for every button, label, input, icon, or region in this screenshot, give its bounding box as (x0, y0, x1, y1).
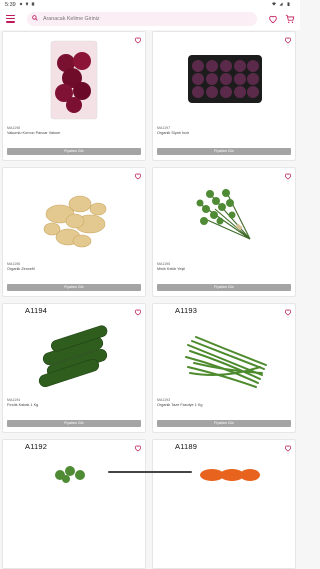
product-image[interactable] (170, 33, 278, 127)
view-prices-button[interactable]: Fiyatları Gör (7, 284, 141, 291)
product-card[interactable]: A1193 MA1193 Organik Taze Fasulye 1 Kg F… (152, 303, 296, 433)
search-bar[interactable] (27, 12, 257, 26)
product-card[interactable]: MA1196 Organik Zencefil Fiyatları Gör (2, 167, 146, 297)
product-name: Organik Zencefil (7, 267, 35, 271)
favorite-icon[interactable] (284, 36, 292, 44)
product-name: Organik Taze Fasulye 1 Kg (157, 403, 203, 407)
favorite-icon[interactable] (134, 36, 142, 44)
product-code: MA1194 (7, 398, 21, 402)
product-card[interactable]: A1192 (2, 439, 146, 569)
product-card[interactable]: A1189 (152, 439, 296, 569)
product-code-label: A1194 (25, 306, 48, 315)
product-image[interactable] (20, 441, 128, 535)
status-bar: 5:39 (0, 0, 300, 9)
product-card[interactable]: A1194 MA1194 Fındık Kabak 1 Kg Fiyatları… (2, 303, 146, 433)
location-icon (25, 1, 29, 6)
favorite-icon[interactable] (284, 308, 292, 316)
ginger-image (43, 195, 107, 248)
green-beans-image (185, 336, 267, 388)
status-time: 5:39 (5, 1, 16, 8)
cart-icon[interactable] (285, 14, 295, 24)
product-image[interactable] (20, 305, 128, 399)
herb-image (55, 466, 85, 483)
product-code-label: A1193 (175, 306, 198, 315)
search-input[interactable] (43, 12, 243, 26)
product-image[interactable] (170, 441, 278, 535)
sim-icon (31, 1, 35, 6)
view-prices-button[interactable]: Fiyatları Gör (157, 148, 291, 155)
product-code-label: A1189 (175, 442, 198, 451)
product-code: MA1197 (157, 126, 171, 130)
menu-icon[interactable] (6, 15, 15, 23)
product-card[interactable]: MA1198 Vakumlu Kırmızı Pancar Vakum Fiya… (2, 31, 146, 161)
favorite-icon[interactable] (134, 444, 142, 452)
favorite-icon[interactable] (134, 308, 142, 316)
product-code: MA1193 (157, 398, 171, 402)
product-name: Minik Kekik Yeşil (157, 267, 186, 271)
favorite-icon[interactable] (134, 172, 142, 180)
home-indicator[interactable] (108, 471, 192, 473)
app-bar (0, 9, 300, 30)
product-code: MA1196 (7, 262, 21, 266)
wifi-icon (272, 1, 276, 6)
view-prices-button[interactable]: Fiyatları Gör (157, 284, 291, 291)
favorites-icon[interactable] (268, 14, 278, 24)
fig-image (188, 55, 262, 103)
battery-icon (287, 1, 290, 6)
product-card[interactable]: MA1195 Minik Kekik Yeşil Fiyatları Gör (152, 167, 296, 297)
settings-icon (19, 2, 23, 5)
product-name: Organik Siyah İncir (157, 131, 190, 135)
product-image[interactable] (20, 169, 128, 263)
product-image[interactable] (170, 169, 278, 263)
carrot-image (200, 469, 260, 481)
view-prices-button[interactable]: Fiyatları Gör (157, 420, 291, 427)
product-code-label: A1192 (25, 442, 48, 451)
product-card[interactable]: MA1197 Organik Siyah İncir Fiyatları Gör (152, 31, 296, 161)
favorite-icon[interactable] (284, 444, 292, 452)
product-code: MA1195 (157, 262, 171, 266)
product-code: MA1198 (7, 126, 21, 130)
view-prices-button[interactable]: Fiyatları Gör (7, 420, 141, 427)
product-image[interactable] (170, 305, 278, 399)
search-icon (32, 15, 38, 21)
product-image[interactable] (20, 33, 128, 127)
thyme-image (196, 188, 251, 240)
view-prices-button[interactable]: Fiyatları Gör (7, 148, 141, 155)
signal-icon (279, 1, 283, 6)
product-name: Vakumlu Kırmızı Pancar Vakum (7, 131, 61, 135)
beet-image (50, 40, 98, 120)
favorite-icon[interactable] (284, 172, 292, 180)
zucchini-image (38, 325, 108, 388)
product-name: Fındık Kabak 1 Kg (7, 403, 39, 407)
